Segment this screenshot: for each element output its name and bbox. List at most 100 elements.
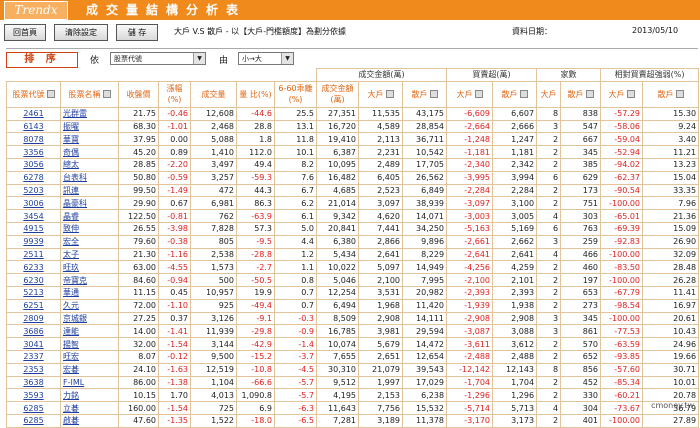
- table-cell[interactable]: 3593: [6, 388, 61, 403]
- stock-name-link[interactable]: 晶睿: [63, 212, 79, 221]
- table-cell[interactable]: 旺宏: [60, 349, 119, 364]
- chevron-down-icon[interactable]: ▼: [193, 53, 205, 64]
- stock-code-link[interactable]: 3454: [23, 212, 43, 221]
- stock-name-link[interactable]: 訊連: [63, 186, 79, 195]
- stock-code-link[interactable]: 3686: [23, 327, 43, 336]
- stock-name-link[interactable]: 京城銀: [63, 314, 87, 323]
- stock-name-link[interactable]: 奇偶: [63, 148, 79, 157]
- stock-name-link[interactable]: 力銘: [63, 391, 79, 400]
- table-cell[interactable]: 華通: [60, 285, 119, 300]
- table-cell[interactable]: 華寶: [60, 132, 119, 147]
- filter-icon[interactable]: [46, 90, 55, 99]
- stock-name-link[interactable]: 宏碁: [63, 365, 79, 374]
- table-cell[interactable]: 2809: [6, 311, 61, 326]
- table-cell[interactable]: 達能: [60, 324, 119, 339]
- stock-code-link[interactable]: 8078: [23, 135, 43, 144]
- table-cell[interactable]: 台表科: [60, 170, 119, 185]
- table-cell[interactable]: 2461: [6, 106, 61, 121]
- table-cell[interactable]: 太子: [60, 247, 119, 262]
- stock-name-link[interactable]: 振曜: [63, 122, 79, 131]
- stock-code-link[interactable]: 2337: [23, 352, 43, 361]
- stock-code-link[interactable]: 2353: [23, 365, 43, 374]
- stock-name-link[interactable]: 揚智: [63, 340, 79, 349]
- sort-order-select[interactable]: 小→大 ▼: [238, 52, 294, 65]
- table-cell[interactable]: F-IML: [60, 375, 119, 390]
- stock-name-link[interactable]: 台表科: [63, 173, 87, 182]
- table-cell[interactable]: 6230: [6, 273, 61, 287]
- col-cnt-retail[interactable]: 散戶: [560, 80, 602, 108]
- col-big[interactable]: 大戶: [358, 80, 404, 108]
- table-cell[interactable]: 5213: [6, 285, 61, 300]
- sort-field-select[interactable]: 股票代號 ▼: [110, 52, 206, 65]
- stock-name-link[interactable]: F-IML: [63, 378, 84, 387]
- col-st-big[interactable]: 大戶: [600, 80, 644, 108]
- table-cell[interactable]: 振曜: [60, 119, 119, 134]
- home-button[interactable]: 回首頁: [4, 24, 46, 41]
- col-nb-retail[interactable]: 散戶: [492, 80, 538, 108]
- stock-name-link[interactable]: 立碁: [63, 404, 79, 413]
- stock-code-link[interactable]: 2809: [23, 314, 43, 323]
- table-cell[interactable]: 晶睿: [60, 209, 119, 223]
- col-retail[interactable]: 散戶: [402, 80, 448, 108]
- stock-name-link[interactable]: 旺宏: [63, 352, 79, 361]
- stock-name-link[interactable]: 華寶: [63, 135, 79, 144]
- table-cell[interactable]: 6143: [6, 119, 61, 134]
- stock-name-link[interactable]: 久元: [63, 301, 79, 310]
- table-cell[interactable]: 2353: [6, 362, 61, 377]
- table-cell[interactable]: 宏全: [60, 234, 119, 249]
- stock-name-link[interactable]: 晶豪科: [63, 199, 87, 208]
- stock-name-link[interactable]: 宏全: [63, 237, 79, 246]
- stock-code-link[interactable]: 4915: [23, 224, 43, 233]
- filter-icon[interactable]: [675, 90, 684, 99]
- stock-name-link[interactable]: 旺玖: [63, 263, 79, 272]
- table-cell[interactable]: 3638: [6, 375, 61, 390]
- table-cell[interactable]: 久元: [60, 298, 119, 313]
- table-cell[interactable]: 啟碁: [60, 413, 119, 428]
- col-price[interactable]: 收盤價: [118, 80, 159, 108]
- table-cell[interactable]: 5203: [6, 183, 61, 198]
- filter-icon[interactable]: [102, 90, 111, 99]
- col-change[interactable]: 漲幅(%): [158, 80, 191, 108]
- save-button[interactable]: 儲 存: [116, 24, 158, 41]
- table-cell[interactable]: 3056: [6, 157, 61, 172]
- table-cell[interactable]: 3686: [6, 324, 61, 339]
- stock-code-link[interactable]: 9939: [23, 237, 43, 246]
- col-st-retail[interactable]: 散戶: [642, 80, 700, 108]
- stock-code-link[interactable]: 6278: [23, 173, 43, 182]
- col-name[interactable]: 股票名稱: [60, 80, 119, 108]
- filter-icon[interactable]: [385, 90, 394, 99]
- stock-name-link[interactable]: 太子: [63, 250, 79, 259]
- table-cell[interactable]: 宏碁: [60, 362, 119, 377]
- stock-code-link[interactable]: 6251: [23, 301, 43, 310]
- stock-code-link[interactable]: 6230: [23, 276, 43, 285]
- table-cell[interactable]: 帝寶克: [60, 273, 119, 287]
- table-cell[interactable]: 揚智: [60, 337, 119, 351]
- filter-icon[interactable]: [626, 90, 635, 99]
- stock-code-link[interactable]: 3638: [23, 378, 43, 387]
- col-code[interactable]: 股票代號: [6, 80, 61, 108]
- table-cell[interactable]: 6285: [6, 413, 61, 428]
- stock-code-link[interactable]: 6143: [23, 122, 43, 131]
- table-cell[interactable]: 3041: [6, 337, 61, 351]
- filter-icon[interactable]: [519, 90, 528, 99]
- col-nb-big[interactable]: 大戶: [446, 80, 494, 108]
- filter-icon[interactable]: [429, 90, 438, 99]
- table-cell[interactable]: 總太: [60, 157, 119, 172]
- table-cell[interactable]: 京城銀: [60, 311, 119, 326]
- table-cell[interactable]: 2337: [6, 349, 61, 364]
- col-bias[interactable]: 6-60乖離(%): [273, 80, 318, 108]
- stock-name-link[interactable]: 華通: [63, 288, 79, 297]
- table-cell[interactable]: 6278: [6, 170, 61, 185]
- table-cell[interactable]: 旺玖: [60, 260, 119, 275]
- table-cell[interactable]: 3454: [6, 209, 61, 223]
- stock-code-link[interactable]: 3041: [23, 340, 43, 349]
- stock-name-link[interactable]: 光群雷: [63, 109, 87, 118]
- table-cell[interactable]: 8078: [6, 132, 61, 147]
- col-ratio[interactable]: 量 比(%): [236, 80, 275, 108]
- stock-name-link[interactable]: 致伸: [63, 224, 79, 233]
- stock-code-link[interactable]: 2511: [23, 250, 43, 259]
- stock-code-link[interactable]: 3006: [23, 199, 43, 208]
- table-cell[interactable]: 6233: [6, 260, 61, 275]
- table-cell[interactable]: 6251: [6, 298, 61, 313]
- table-cell[interactable]: 4915: [6, 221, 61, 236]
